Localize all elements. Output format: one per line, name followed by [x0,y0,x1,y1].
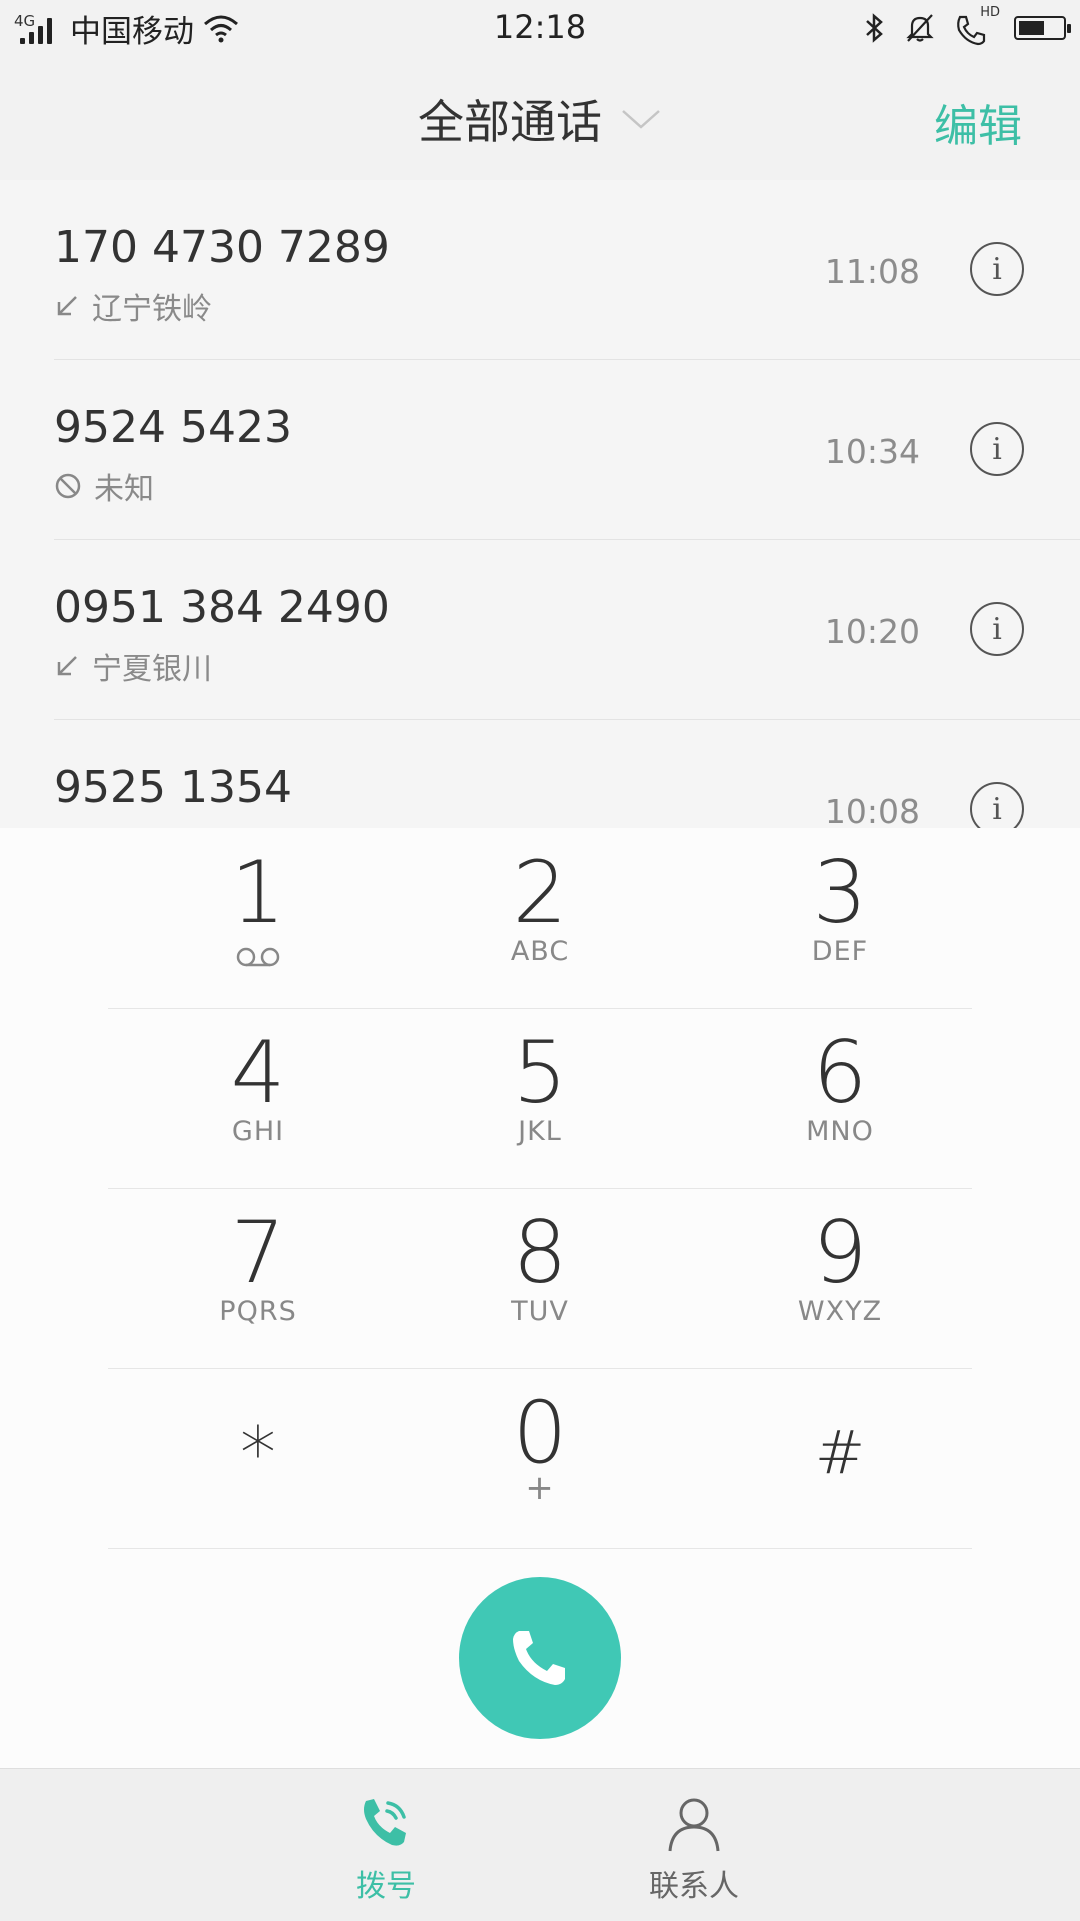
tab-contacts[interactable]: 联系人 [594,1769,794,1921]
call-number: 9525 1354 [54,762,292,813]
key-digit: # [814,1418,866,1488]
dial-key-4[interactable]: 4 GHI [108,1008,408,1188]
edit-button[interactable]: 编辑 [934,90,1022,154]
call-location: 辽宁铁岭 [92,292,212,327]
contact-person-icon [668,1798,720,1852]
call-time: 10:20 [824,612,920,651]
call-log-row[interactable]: 170 4730 7289 辽宁铁岭 11:08 i [0,180,1080,360]
key-letters: DEF [811,936,869,967]
call-log-list[interactable]: 170 4730 7289 辽宁铁岭 11:08 i 9524 5423 未知 … [0,180,1080,828]
call-location: 未知 [94,472,154,507]
key-letters: WXYZ [797,1296,883,1327]
dial-key-9[interactable]: 9 WXYZ [690,1188,990,1368]
call-meta: 宁夏银川 [54,644,212,688]
dial-pad-row: * 0 + # [108,1368,972,1549]
call-number: 9524 5423 [54,402,292,453]
info-icon[interactable]: i [970,602,1024,656]
call-log-row[interactable]: 9525 1354 未知 10:08 i [0,720,1080,828]
dial-key-2[interactable]: 2 ABC [390,828,690,1008]
call-meta: 辽宁铁岭 [54,284,212,328]
key-digit: 0 [512,1383,568,1483]
call-time: 10:08 [824,792,920,828]
dial-pad-row: 1 2 ABC 3 DEF [108,828,972,1009]
key-letters: ABC [510,936,570,967]
key-digit: 3 [812,843,868,943]
status-right: HD [864,5,1071,48]
info-icon[interactable]: i [970,242,1024,296]
phone-icon [513,1631,565,1685]
hd-label: HD [980,5,1000,20]
page-title: 全部通话 [418,95,602,149]
key-digit: 4 [230,1023,286,1123]
dial-pad: 1 2 ABC 3 DEF 4 GHI 5 JKL 6 MNO 7 PQRS 8… [0,828,1080,1768]
key-digit: 5 [512,1023,568,1123]
info-icon[interactable]: i [970,782,1024,828]
dial-key-star[interactable]: * [108,1368,408,1548]
dial-key-0[interactable]: 0 + [390,1368,690,1548]
call-time: 11:08 [824,252,920,291]
bluetooth-icon [866,13,883,43]
call-meta: 未知 [54,464,154,508]
bell-mute-icon [906,14,934,42]
dial-pad-row: 7 PQRS 8 TUV 9 WXYZ [108,1188,972,1369]
dial-key-1[interactable]: 1 [108,828,408,1008]
incoming-call-arrow-icon [57,296,77,316]
chevron-down-icon [622,110,660,129]
status-bar: 4G 中国移动 12:18 HD [0,0,1080,58]
call-time: 10:34 [824,432,920,471]
call-number: 170 4730 7289 [54,222,390,273]
dial-key-8[interactable]: 8 TUV [390,1188,690,1368]
battery-icon [1014,16,1071,40]
key-digit: 9 [812,1203,868,1303]
call-log-row[interactable]: 0951 384 2490 宁夏银川 10:20 i [0,540,1080,720]
info-icon[interactable]: i [970,422,1024,476]
incoming-call-arrow-icon [57,656,77,676]
dial-key-3[interactable]: 3 DEF [690,828,990,1008]
key-letters: PQRS [219,1296,297,1327]
key-digit: 1 [230,843,286,943]
call-location: 宁夏银川 [92,652,212,687]
bottom-navigation: 拨号 联系人 [0,1768,1080,1921]
key-letters: JKL [518,1116,562,1147]
key-letters: + [525,1468,555,1508]
blocked-icon [55,473,81,499]
tab-dial[interactable]: 拨号 [286,1769,486,1921]
key-digit: 8 [512,1203,568,1303]
tab-label: 联系人 [649,1869,739,1904]
dial-pad-row: 4 GHI 5 JKL 6 MNO [108,1008,972,1189]
key-letters: TUV [511,1296,569,1327]
voicemail-icon [236,947,280,967]
call-log-row[interactable]: 9524 5423 未知 10:34 i [0,360,1080,540]
key-digit: 7 [230,1203,286,1303]
dial-key-hash[interactable]: # [690,1368,990,1548]
key-letters: GHI [231,1116,285,1147]
dial-key-7[interactable]: 7 PQRS [108,1188,408,1368]
key-digit: 6 [812,1023,868,1123]
tab-label: 拨号 [356,1869,416,1904]
call-button[interactable] [459,1577,621,1739]
call-number: 0951 384 2490 [54,582,390,633]
key-digit: 2 [512,843,568,943]
dial-key-5[interactable]: 5 JKL [390,1008,690,1188]
key-letters: MNO [806,1116,874,1147]
hd-call-indicator: HD [954,5,1000,46]
dial-key-6[interactable]: 6 MNO [690,1008,990,1188]
key-digit: * [240,1411,276,1495]
dial-phone-icon [364,1799,406,1846]
call-filter-dropdown[interactable]: 全部通话 [0,58,1080,180]
app-header: 全部通话 编辑 [0,58,1080,181]
